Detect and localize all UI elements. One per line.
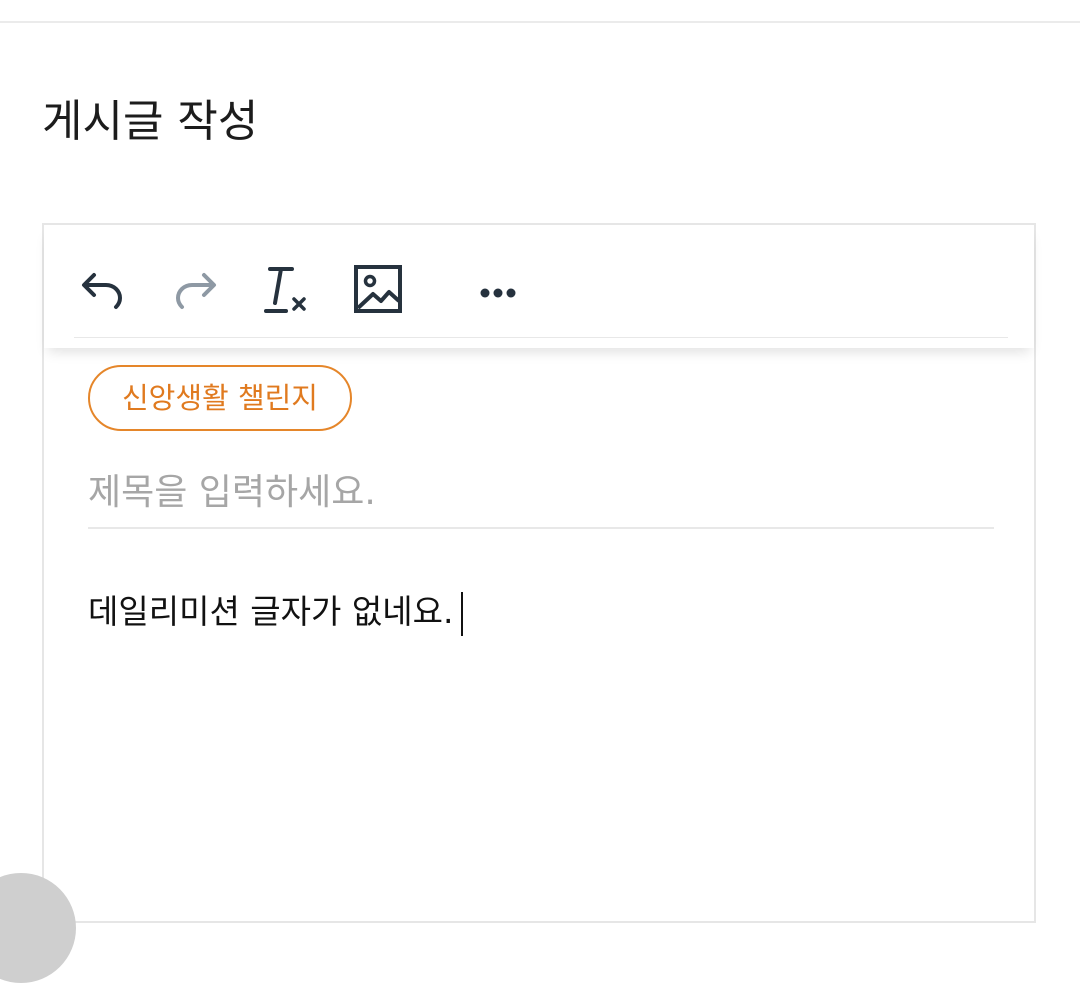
undo-button[interactable] (74, 261, 130, 317)
title-input[interactable] (88, 457, 994, 529)
more-horizontal-icon (480, 288, 516, 298)
redo-button[interactable] (168, 261, 224, 317)
clear-format-icon (264, 267, 306, 313)
more-button[interactable] (470, 261, 526, 317)
top-divider (0, 21, 1080, 23)
text-caret (461, 591, 464, 636)
toolbar-divider (74, 337, 1008, 338)
image-icon (354, 265, 402, 313)
post-editor: 신앙생활 챌린지 데일리미션 글자가 없네요. (42, 223, 1036, 923)
undo-icon (82, 273, 123, 309)
body-editor[interactable]: 데일리미션 글자가 없네요. (88, 587, 994, 637)
clear-format-button[interactable] (258, 261, 314, 317)
page-title: 게시글 작성 (42, 96, 259, 147)
insert-image-button[interactable] (350, 261, 406, 317)
body-text: 데일리미션 글자가 없네요. (88, 592, 454, 631)
redo-icon (175, 273, 216, 309)
editor-toolbar (44, 225, 1034, 348)
category-tag[interactable]: 신앙생활 챌린지 (88, 365, 352, 431)
